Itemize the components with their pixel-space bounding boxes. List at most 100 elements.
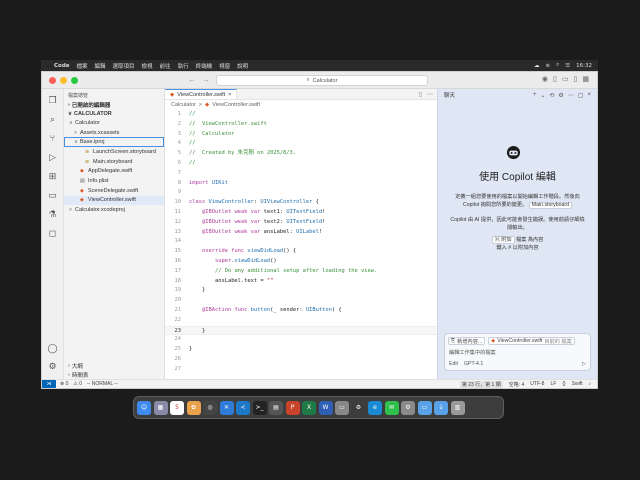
current-file-chip[interactable]: ◆ ViewController.swift 目前的 檔案 (488, 337, 575, 345)
code-line[interactable]: 8 import UIKit (165, 179, 437, 189)
code-line[interactable]: 13 @IBOutlet weak var ansLabel: UILabel! (165, 228, 437, 238)
menu-view[interactable]: 檢視 (142, 62, 153, 70)
file-chip[interactable]: Main.storyboard (528, 202, 572, 209)
chat-icon[interactable]: ◻ (48, 228, 58, 238)
close-icon[interactable]: × (587, 92, 591, 99)
menu-edit[interactable]: 編輯 (95, 62, 106, 70)
photos-icon[interactable]: ✿ (186, 400, 201, 415)
testing-icon[interactable]: ⚗ (48, 209, 58, 219)
menu-clock[interactable]: 16:32 (576, 63, 592, 69)
search-icon[interactable]: ⌕ (556, 62, 559, 69)
calendar-icon[interactable]: 5 (170, 400, 184, 415)
menu-run[interactable]: 執行 (178, 62, 189, 70)
run-debug-icon[interactable]: ▷ (48, 152, 58, 162)
close-icon[interactable]: × (228, 92, 231, 98)
word-icon[interactable]: W (318, 400, 333, 415)
mode-picker[interactable]: Edit (449, 361, 458, 367)
model-picker[interactable]: GPT-4.1 (464, 361, 483, 367)
more-actions-icon[interactable]: ⋯ (427, 91, 433, 98)
toggle-secondary-sidebar-icon[interactable]: ▯ (574, 75, 578, 83)
code-line[interactable]: 1 // (165, 110, 437, 120)
tree-item[interactable]: ≋ LaunchScreen.storyboard (64, 147, 164, 157)
chat-input-placeholder[interactable]: 編輯工作集中的檔案 (445, 348, 590, 357)
command-center-search[interactable]: ⌕ Calculator (216, 75, 428, 86)
new-chat-icon[interactable]: + (533, 92, 537, 99)
code-line[interactable]: 7 (165, 169, 437, 179)
tree-item[interactable]: ∨ Base.lproj (64, 137, 164, 148)
cursor-position[interactable]: 第 23 行，第 1 欄 (459, 380, 503, 388)
trash-icon[interactable]: ▥ (450, 400, 465, 415)
launchpad-icon[interactable]: ▦ (153, 400, 168, 415)
excel-icon[interactable]: X (302, 400, 316, 415)
code-line[interactable]: 19 } (165, 286, 437, 296)
tree-item[interactable]: ◆ SceneDelegate.swift (64, 186, 164, 196)
code-line[interactable]: 22 (165, 316, 437, 326)
gear-icon[interactable]: ⚙ (48, 361, 58, 371)
warnings-count[interactable]: ⚠ 0 (73, 381, 82, 387)
minimize-window-button[interactable] (60, 76, 67, 84)
tree-item[interactable]: ◆ ViewController.swift (64, 195, 164, 206)
code-line[interactable]: 20 (165, 296, 437, 306)
folder-icon[interactable]: ▭ (417, 400, 432, 415)
source-control-icon[interactable]: ⑂ (48, 133, 58, 143)
remote-icon[interactable]: ⋊ (42, 379, 56, 388)
braces-icon[interactable]: {} (562, 381, 565, 388)
toggle-panel-icon[interactable]: ▭ (562, 75, 569, 83)
tree-item[interactable]: > Assets.xcassets (64, 128, 164, 138)
history-icon[interactable]: ⟲ (549, 92, 554, 99)
control-center-icon[interactable]: ☰ (565, 63, 570, 69)
powerpoint-icon[interactable]: P (285, 400, 300, 415)
extensions-icon[interactable]: ⊞ (48, 171, 58, 181)
tree-item[interactable]: ≋ Main.storyboard (64, 157, 164, 167)
close-window-button[interactable] (49, 76, 56, 84)
code-line[interactable]: 4 // (165, 139, 437, 149)
system-settings-icon[interactable]: ⚙ (351, 400, 366, 415)
cloud-icon[interactable]: ☁ (534, 63, 540, 69)
code-line[interactable]: 17 // Do any additional setup after load… (165, 267, 437, 277)
menu-terminal[interactable]: 終端機 (196, 62, 213, 70)
customize-layout-icon[interactable]: ▦ (582, 75, 589, 83)
menu-file[interactable]: 檔案 (76, 62, 87, 70)
menu-window[interactable]: 視窗 (219, 62, 230, 70)
code-line[interactable]: 3 // Calculator (165, 130, 437, 140)
tree-item[interactable]: ∨ Calculator (64, 118, 164, 128)
search-icon[interactable]: ⌕ (48, 114, 58, 124)
code-line[interactable]: 18 ansLabel.text = "" (165, 277, 437, 287)
code-line[interactable]: 26 (165, 355, 437, 365)
send-icon[interactable]: ▷ (582, 361, 586, 367)
tab-viewcontroller[interactable]: ◆ ViewController.swift × (165, 89, 238, 99)
finder-icon[interactable]: ☺ (137, 400, 151, 415)
settings-icon[interactable]: ⚙ (401, 400, 415, 415)
chatgpt-icon[interactable]: ◎ (203, 400, 217, 415)
messages-icon[interactable]: ✉ (384, 400, 399, 415)
wifi-icon[interactable]: ≋ (546, 63, 551, 69)
code-line[interactable]: 15 override func viewDidLoad() { (165, 247, 437, 257)
zoom-window-button[interactable] (71, 76, 78, 84)
menu-selection[interactable]: 選取項目 (113, 62, 135, 70)
open-editors-section[interactable]: › 已開啟的編輯器 (64, 100, 164, 109)
tree-item[interactable]: > Calculator.xcodeproj (64, 205, 164, 215)
code-editor[interactable]: 1 // 2 // ViewController.swift 3 // Calculato… (165, 110, 437, 375)
tree-item[interactable]: ◆ AppDelegate.swift (64, 166, 164, 176)
bell-icon[interactable]: ♪ (589, 381, 592, 388)
code-line[interactable]: 16 super. viewDidLoad() (165, 257, 437, 267)
timeline-section[interactable]: › 時間表 (64, 370, 164, 379)
attach-button[interactable]: ⌘ 附加 (491, 236, 515, 244)
remote-explorer-icon[interactable]: ▭ (48, 190, 58, 200)
code-line[interactable]: 27 (165, 365, 437, 375)
project-section[interactable]: ∨ CALCULATOR (64, 109, 164, 118)
vscode-icon[interactable]: ≺ (236, 400, 250, 415)
code-line[interactable]: 10 class ViewController: UIViewController… (165, 198, 437, 208)
breadcrumb-file[interactable]: ViewController.swift (212, 102, 260, 108)
code-line[interactable]: 23 } (165, 325, 437, 336)
edge-icon[interactable]: e (368, 400, 382, 415)
toggle-sidebar-icon[interactable]: ▯ (553, 75, 557, 83)
code-line[interactable]: 2 // ViewController.swift (165, 120, 437, 130)
account-icon[interactable]: ◯ (48, 343, 58, 353)
outline-section[interactable]: › 大綱 (64, 361, 164, 370)
copilot-icon[interactable]: ◉ (542, 75, 548, 83)
code-line[interactable]: 11 @IBOutlet weak var text1: UITextField… (165, 208, 437, 218)
breadcrumb-folder[interactable]: Calculator (171, 102, 196, 108)
chat-tab-label[interactable]: 聊天 (444, 91, 455, 99)
split-editor-icon[interactable]: ▯ (419, 91, 422, 98)
